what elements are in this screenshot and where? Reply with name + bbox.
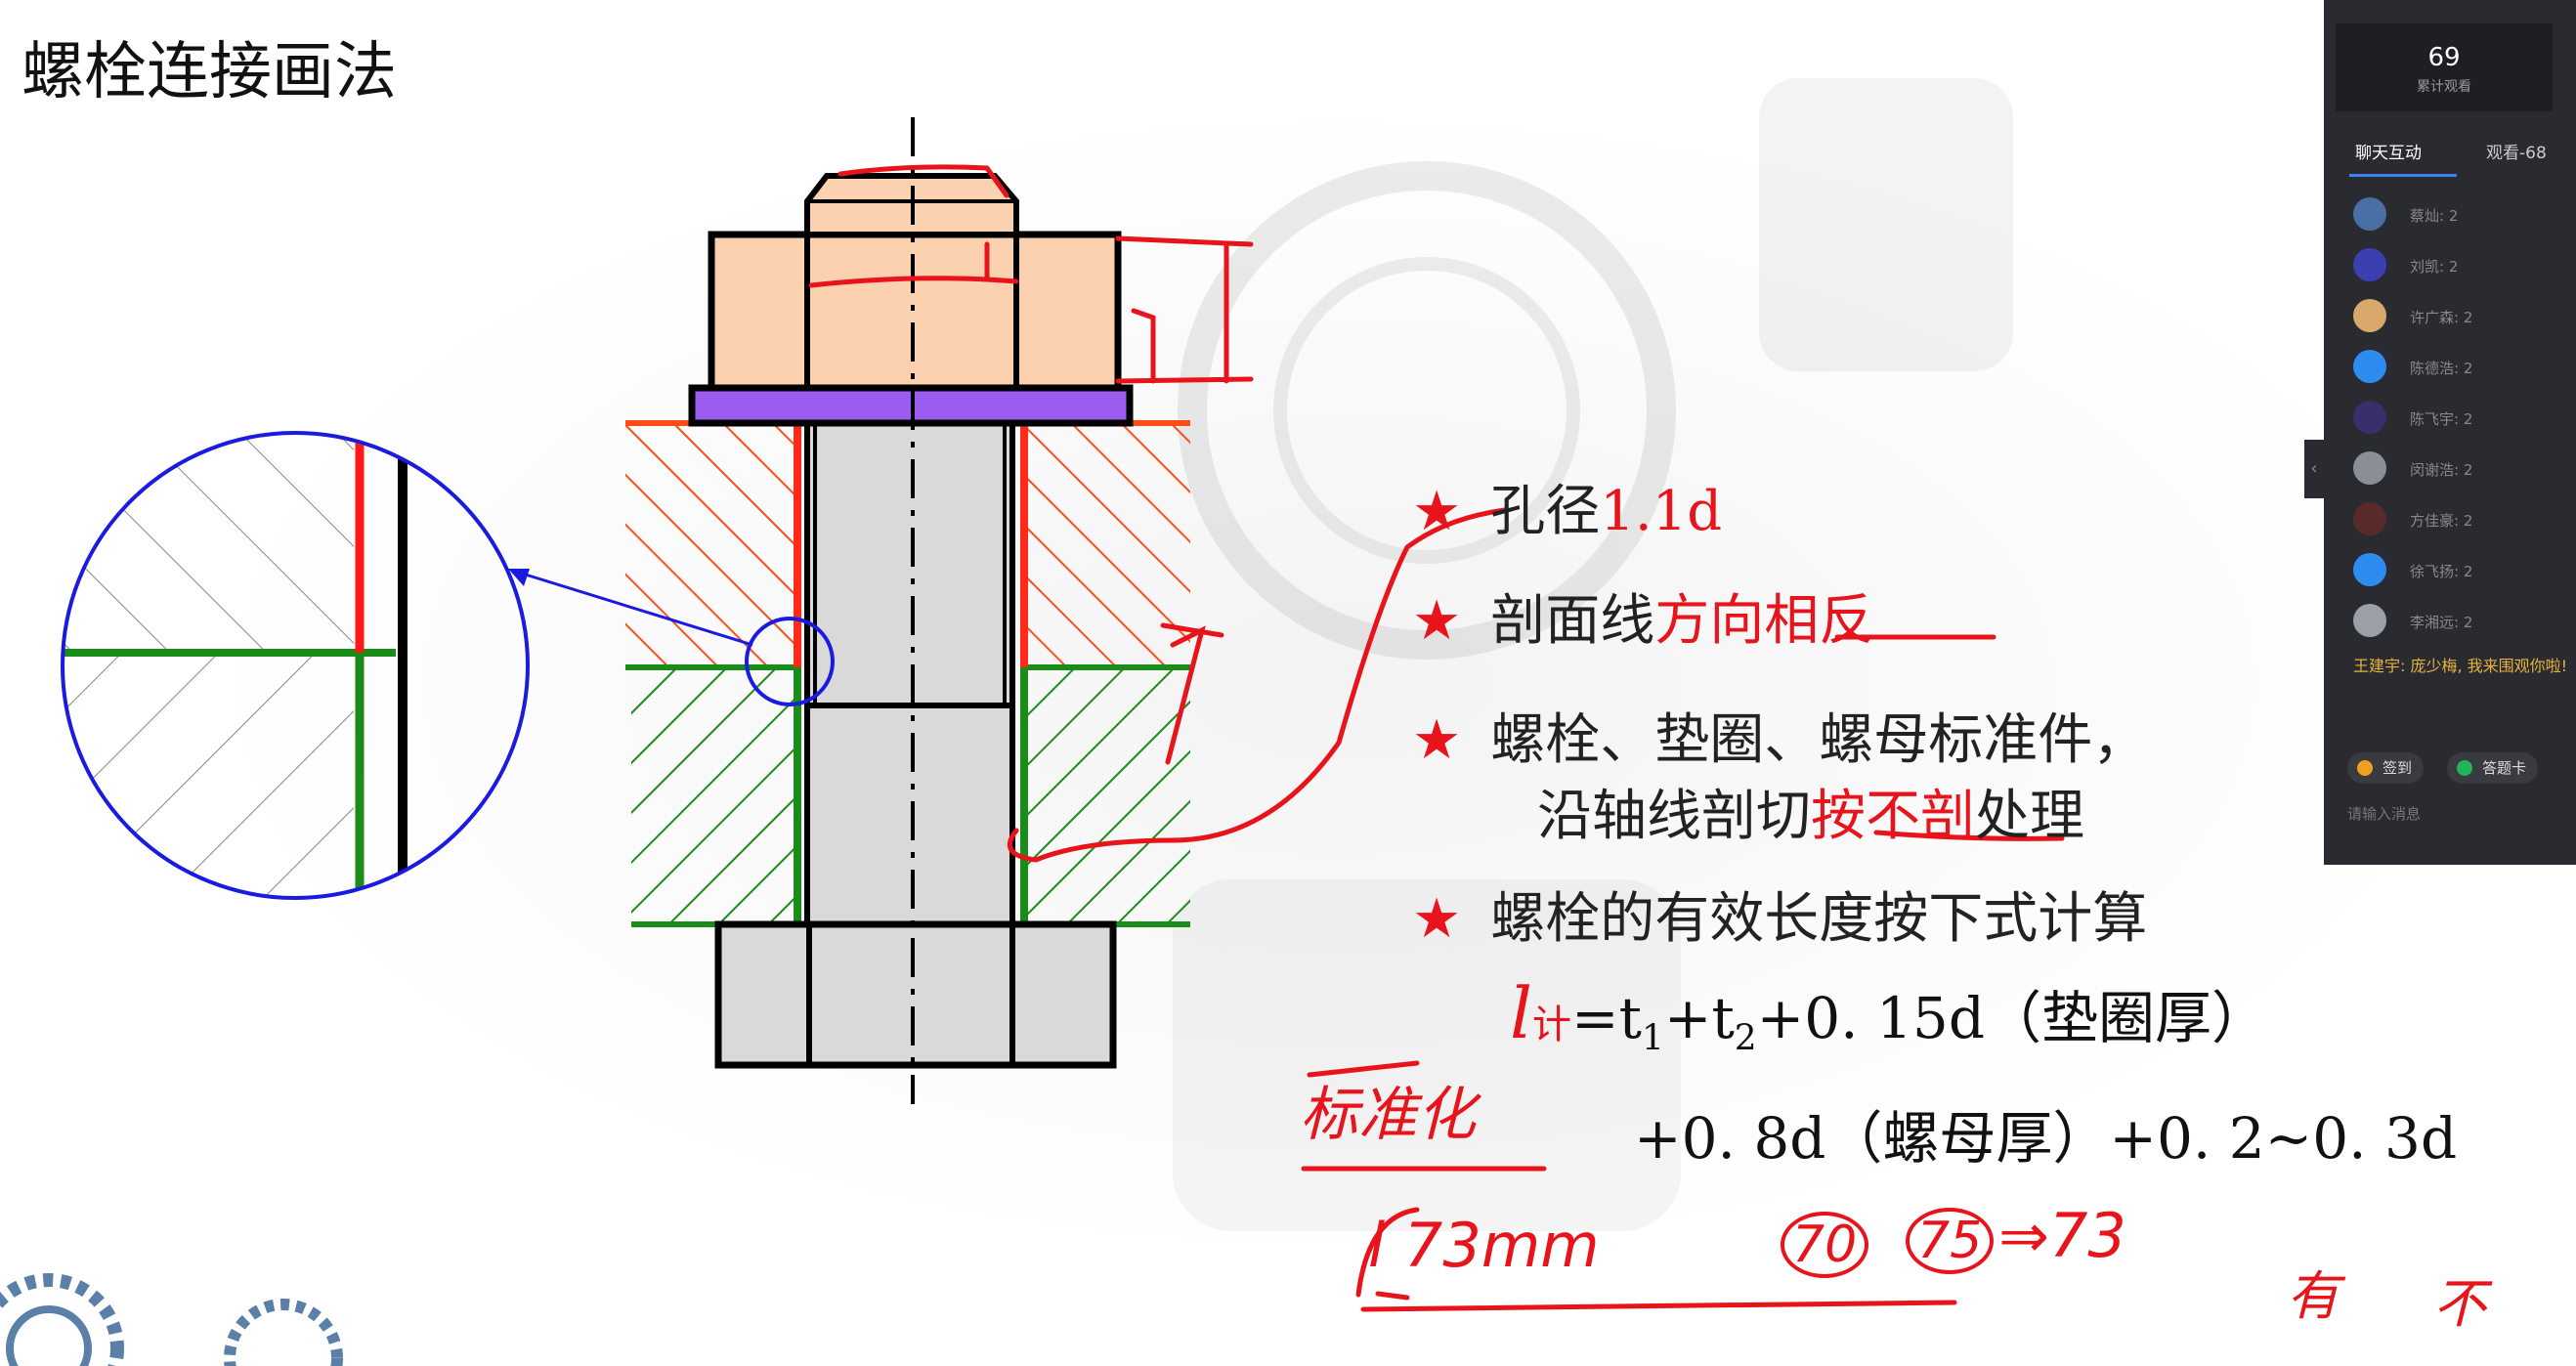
avatar xyxy=(2353,350,2386,383)
bullet-effective-length: ★ 螺栓的有效长度按下式计算 xyxy=(1412,887,2148,951)
slide-title: 螺栓连接画法 xyxy=(21,36,397,108)
viewer-item[interactable]: 闵谢浩: 2 xyxy=(2353,446,2568,485)
answer-card-button[interactable]: 答题卡 xyxy=(2447,752,2539,784)
live-room-panel: ‹ 69 累计观看 聊天互动 观看-68 蔡灿: 2 刘凯: 2 许广森: 2 … xyxy=(2304,0,2576,865)
star-icon: ★ xyxy=(1412,480,1462,543)
panel-tabs: 聊天互动 观看-68 xyxy=(2324,127,2576,177)
avatar xyxy=(2353,553,2386,586)
handwriting-standardize: 标准化 xyxy=(1300,1081,1476,1149)
tab-underline xyxy=(2349,174,2457,177)
viewer-item[interactable]: 方佳豪: 2 xyxy=(2353,496,2568,535)
views-count: 69 xyxy=(2427,43,2461,72)
avatar xyxy=(2353,502,2386,535)
views-stat: 69 累计观看 xyxy=(2336,23,2553,111)
star-icon: ★ xyxy=(1412,589,1462,653)
viewer-item[interactable]: 刘凯: 2 xyxy=(2353,242,2568,281)
avatar xyxy=(2353,197,2386,231)
handwriting-not: 不 xyxy=(2433,1273,2486,1335)
gear-decoration-icon xyxy=(0,1273,343,1366)
upper-plate-right xyxy=(1024,423,1190,667)
slide: 螺栓连接画法 ★ 孔径1.1d ★ 剖面线方向相反 ★ 螺栓、垫圈、螺母标准件， 沿轴… xyxy=(0,0,2576,1366)
lower-plate-right xyxy=(1024,667,1190,924)
viewer-item[interactable]: 陈德浩: 2 xyxy=(2353,344,2568,383)
avatar xyxy=(2353,451,2386,485)
chat-input[interactable]: 请输入消息 xyxy=(2347,803,2421,824)
handwriting-have: 有 xyxy=(2287,1265,2340,1327)
sign-in-button[interactable]: 签到 xyxy=(2347,752,2425,784)
formula-line-1: l计=t1+t2+0. 15d（垫圈厚） xyxy=(1510,972,2268,1059)
handwriting-arrow-73: ⇒73 xyxy=(1998,1200,2126,1271)
bolt-head xyxy=(714,920,1117,1069)
views-label: 累计观看 xyxy=(2417,79,2471,95)
bullet-standard-parts: ★ 螺栓、垫圈、螺母标准件， xyxy=(1412,708,2148,772)
viewer-item[interactable]: 李湘远: 2 xyxy=(2353,598,2568,637)
formula-line-2: +0. 8d（螺母厚）+0. 2~0. 3d xyxy=(1634,1105,2458,1172)
viewer-item[interactable]: 许广森: 2 xyxy=(2353,293,2568,332)
sign-in-icon xyxy=(2357,760,2373,776)
viewer-item[interactable]: 陈飞宇: 2 xyxy=(2353,395,2568,434)
bullet-hole-diameter: ★ 孔径1.1d xyxy=(1412,480,1723,543)
star-icon: ★ xyxy=(1412,708,1462,772)
lower-plate-left xyxy=(631,667,797,924)
bullet-section-rule: 沿轴线剖切按不剖处理 xyxy=(1537,785,2084,848)
chat-message: 王建宇: 庞少梅, 我来围观你啦! xyxy=(2353,657,2568,675)
bullet-hatch-direction: ★ 剖面线方向相反 xyxy=(1412,589,1874,653)
viewer-item[interactable]: 徐飞扬: 2 xyxy=(2353,547,2568,586)
tab-viewers[interactable]: 观看-68 xyxy=(2486,139,2547,163)
avatar xyxy=(2353,604,2386,637)
answer-card-icon xyxy=(2457,760,2472,776)
detail-view xyxy=(63,433,408,898)
handwriting-length-value: l 73mm xyxy=(1368,1210,1600,1281)
bolt-shank xyxy=(804,419,1015,927)
avatar xyxy=(2353,299,2386,332)
collapse-handle[interactable]: ‹ xyxy=(2304,440,2324,498)
tab-chat[interactable]: 聊天互动 xyxy=(2355,139,2422,163)
handwriting-70: 70 xyxy=(1781,1212,1869,1278)
star-icon: ★ xyxy=(1412,887,1462,951)
avatar xyxy=(2353,248,2386,281)
handwriting-75: 75 xyxy=(1906,1208,1995,1274)
avatar xyxy=(2353,401,2386,434)
viewer-item[interactable]: 蔡灿: 2 xyxy=(2353,192,2568,231)
